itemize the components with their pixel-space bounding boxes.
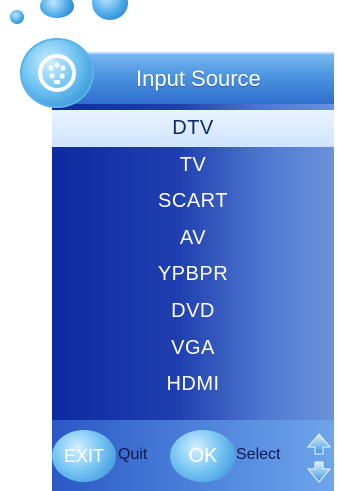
source-item-dvd[interactable]: DVD <box>52 293 334 330</box>
source-item-hdmi[interactable]: HDMI <box>52 366 334 403</box>
up-down-arrows-icon[interactable] <box>306 432 332 484</box>
decor-bubble <box>92 0 128 20</box>
source-list: DTV TV SCART AV YPBPR DVD VGA HDMI <box>52 110 334 403</box>
source-connector-icon <box>20 38 94 108</box>
source-item-dtv[interactable]: DTV <box>52 110 334 147</box>
source-item-vga[interactable]: VGA <box>52 330 334 367</box>
exit-button[interactable]: EXIT <box>52 430 116 482</box>
source-item-scart[interactable]: SCART <box>52 183 334 220</box>
page-title: Input Source <box>136 66 261 91</box>
title-bar: Input Source <box>52 52 334 104</box>
decor-bubble <box>40 0 74 18</box>
ok-button[interactable]: OK <box>170 430 236 482</box>
source-item-ypbpr[interactable]: YPBPR <box>52 256 334 293</box>
source-list-panel: DTV TV SCART AV YPBPR DVD VGA HDMI <box>52 102 334 420</box>
quit-label: Quit <box>118 446 148 463</box>
source-item-tv[interactable]: TV <box>52 147 334 184</box>
select-label: Select <box>236 446 281 463</box>
source-item-av[interactable]: AV <box>52 220 334 257</box>
decor-bubble <box>10 10 24 24</box>
footer-bar: EXIT Quit OK Select <box>52 420 334 491</box>
